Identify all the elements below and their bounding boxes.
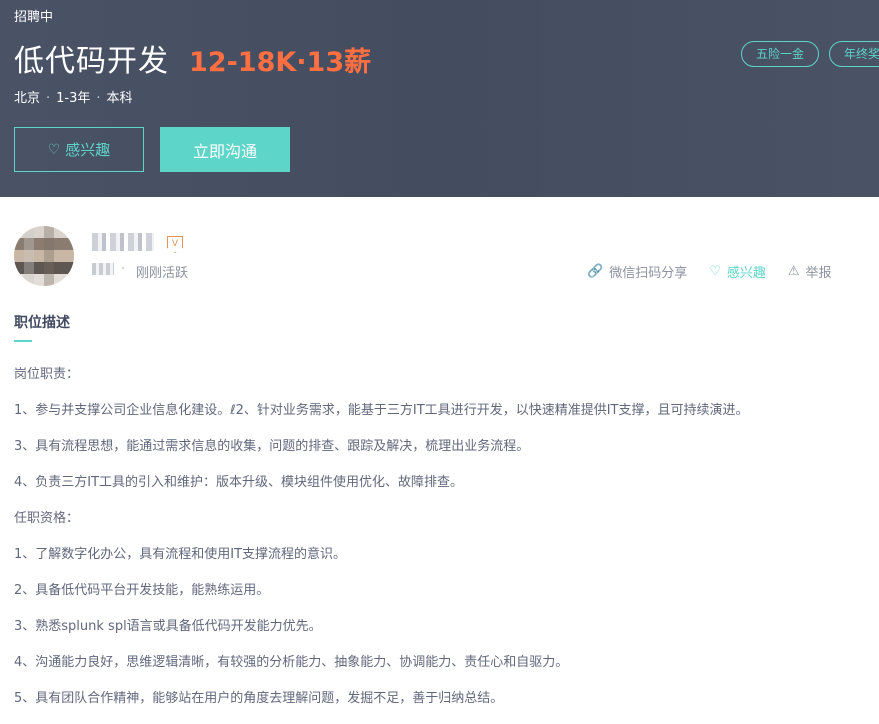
experience: 1-3年 bbox=[56, 91, 91, 106]
link-icon: 🔗 bbox=[587, 264, 604, 279]
description-line: 3、熟悉splunk spl语言或具备低代码开发能力优先。 bbox=[14, 619, 322, 634]
description-line: 4、负责三方IT工具的引入和维护：版本升级、模块组件使用优化、故障排查。 bbox=[14, 475, 464, 490]
job-actions: 🔗 微信扫码分享 ♡ 感兴趣 ⚠ 举报 bbox=[587, 262, 832, 281]
description-line: 任职资格： bbox=[14, 511, 80, 526]
active-status: 刚刚活跃 bbox=[136, 266, 189, 281]
recruiter-title-obscured bbox=[92, 263, 114, 275]
chat-now-button[interactable]: 立即沟通 bbox=[160, 127, 290, 172]
degree: 本科 bbox=[106, 91, 133, 106]
meta-separator: · bbox=[96, 91, 101, 106]
benefit-tag: 年终奖 bbox=[829, 41, 879, 67]
job-status: 招聘中 bbox=[14, 10, 54, 25]
share-wechat-link[interactable]: 🔗 微信扫码分享 bbox=[587, 262, 687, 281]
warning-icon: ⚠ bbox=[787, 264, 800, 279]
report-label: 举报 bbox=[805, 266, 832, 281]
recruiter-name-obscured bbox=[92, 233, 154, 251]
job-description: 岗位职责： 1、参与并支撑公司企业信息化建设。ℓ2、针对业务需求，能基于三方IT… bbox=[14, 364, 874, 724]
salary: 12-18K·13薪 bbox=[189, 47, 372, 78]
share-label: 微信扫码分享 bbox=[609, 266, 688, 281]
section-underline bbox=[14, 340, 32, 342]
section-title: 职位描述 bbox=[14, 315, 70, 331]
title-row: 低代码开发 12-18K·13薪 bbox=[14, 36, 371, 80]
heart-icon: ♡ bbox=[47, 141, 61, 158]
benefit-tags: 五险一金 年终奖 bbox=[741, 41, 879, 67]
interest-link[interactable]: ♡ 感兴趣 bbox=[709, 262, 766, 281]
heart-icon: ♡ bbox=[709, 264, 721, 279]
verified-badge-icon: V bbox=[167, 236, 183, 253]
benefit-tag: 五险一金 bbox=[741, 41, 820, 67]
report-link[interactable]: ⚠ 举报 bbox=[788, 262, 832, 281]
interest-button-label: 感兴趣 bbox=[65, 141, 111, 159]
interest-button[interactable]: ♡ 感兴趣 bbox=[14, 127, 144, 172]
description-line: 5、具有团队合作精神，能够站在用户的角度去理解问题，发掘不足，善于归纳总结。 bbox=[14, 691, 504, 706]
description-line: 岗位职责： bbox=[14, 367, 80, 382]
description-line: 4、沟通能力良好，思维逻辑清晰，有较强的分析能力、抽象能力、协调能力、责任心和自… bbox=[14, 655, 569, 670]
recruiter-avatar[interactable] bbox=[14, 226, 74, 286]
city: 北京 bbox=[14, 91, 41, 106]
separator-dot: · bbox=[121, 262, 126, 277]
description-line: 1、了解数字化办公，具有流程和使用IT支撑流程的意识。 bbox=[14, 547, 347, 562]
job-title: 低代码开发 bbox=[14, 44, 169, 79]
job-meta: 北京 · 1-3年 · 本科 bbox=[14, 87, 133, 106]
job-header: 招聘中 低代码开发 12-18K·13薪 北京 · 1-3年 · 本科 ♡ 感兴趣 立即… bbox=[0, 0, 879, 197]
interest-label: 感兴趣 bbox=[726, 266, 766, 281]
description-line: 3、具有流程思想，能通过需求信息的收集，问题的排查、跟踪及解决，梳理出业务流程。 bbox=[14, 439, 530, 454]
meta-separator: · bbox=[46, 91, 51, 106]
description-line: 1、参与并支撑公司企业信息化建设。ℓ2、针对业务需求，能基于三方IT工具进行开发… bbox=[14, 403, 749, 418]
description-line: 2、具备低代码平台开发技能，能熟练运用。 bbox=[14, 583, 270, 598]
